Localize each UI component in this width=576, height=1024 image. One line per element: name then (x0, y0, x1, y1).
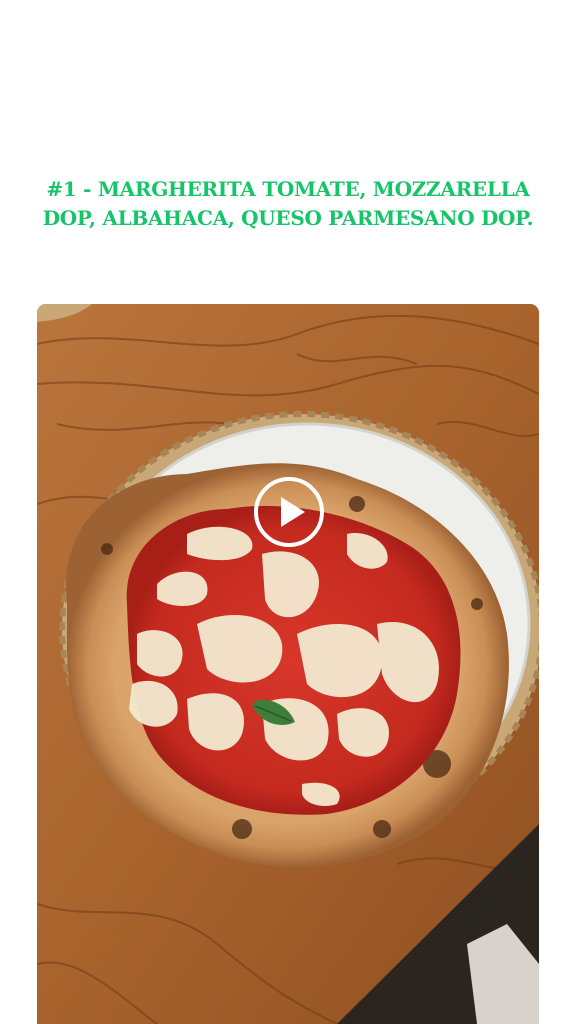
play-circle-icon (254, 477, 324, 547)
pizza-photo (37, 304, 539, 1024)
video-thumbnail[interactable] (37, 304, 539, 1024)
item-title-line-1: #1 - MARGHERITA TOMATE, MOZZARELLA (46, 176, 530, 201)
item-title-line-2: DOP, ALBAHACA, QUESO PARMESANO DOP. (42, 205, 534, 230)
item-title: #1 - MARGHERITA TOMATE, MOZZARELLA DOP, … (0, 175, 576, 233)
play-button[interactable] (253, 476, 325, 548)
